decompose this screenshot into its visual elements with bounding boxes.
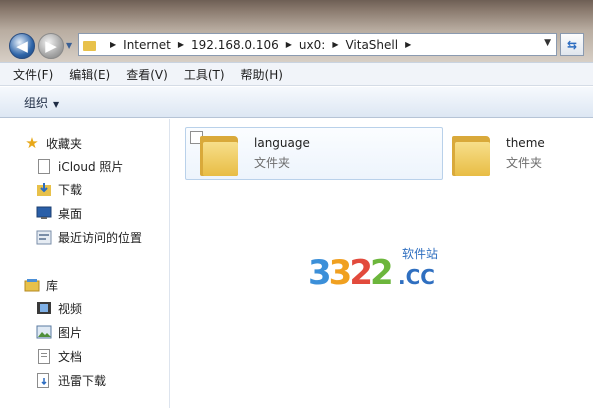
breadcrumb-chevron-icon[interactable]: ▶ xyxy=(286,40,292,49)
star-icon: ★ xyxy=(25,134,39,152)
nav-libraries[interactable]: 库 xyxy=(24,274,58,296)
picture-icon xyxy=(36,324,52,340)
menu-tools[interactable]: 工具(T) xyxy=(184,66,225,83)
document-icon xyxy=(36,348,52,364)
nav-item-documents[interactable]: 文档 xyxy=(36,345,82,367)
file-name: language xyxy=(254,136,310,150)
menu-file[interactable]: 文件(F) xyxy=(13,66,53,83)
file-item-theme[interactable]: theme 文件夹 xyxy=(452,127,592,180)
menu-bar: 文件(F) 编辑(E) 查看(V) 工具(T) 帮助(H) xyxy=(0,62,593,86)
library-icon xyxy=(24,277,40,293)
refresh-button[interactable]: ⇆ xyxy=(560,33,584,56)
desktop-icon xyxy=(36,205,52,221)
organize-dropdown-icon: ▼ xyxy=(53,99,60,109)
file-item-language[interactable]: language 文件夹 xyxy=(185,127,443,180)
nav-item-videos[interactable]: 视频 xyxy=(36,297,82,319)
nav-item-pictures[interactable]: 图片 xyxy=(36,321,82,343)
menu-view[interactable]: 查看(V) xyxy=(126,66,168,83)
breadcrumb-vitashell[interactable]: VitaShell ▶ xyxy=(345,38,418,52)
back-button[interactable]: ◀ xyxy=(9,33,35,59)
nav-item-desktop[interactable]: 桌面 xyxy=(36,202,82,224)
file-type: 文件夹 xyxy=(506,156,543,170)
organize-button[interactable]: 组织 ▼ xyxy=(24,94,59,111)
navigation-pane: ★ 收藏夹 iCloud 照片 下载 桌面 最近访问的位置 库 视频 图片 文档… xyxy=(0,119,170,408)
breadcrumb-internet[interactable]: Internet ▶ xyxy=(123,38,191,52)
breadcrumb-chevron-icon[interactable]: ▶ xyxy=(110,40,116,49)
forward-arrow-icon: ▶ xyxy=(45,37,57,55)
file-name: theme xyxy=(506,136,545,150)
menu-help[interactable]: 帮助(H) xyxy=(241,66,283,83)
video-icon xyxy=(36,300,52,316)
folder-icon xyxy=(452,132,490,176)
forward-button[interactable]: ▶ xyxy=(38,33,64,59)
address-bar[interactable]: ▶ Internet ▶ 192.168.0.106 ▶ ux0: ▶ VitaShe… xyxy=(78,33,557,56)
folder-icon xyxy=(83,39,97,51)
nav-favorites[interactable]: ★ 收藏夹 xyxy=(24,132,82,154)
menu-edit[interactable]: 编辑(E) xyxy=(69,66,110,83)
address-area: ◀ ▶ ▼ ▶ Internet ▶ 192.168.0.106 ▶ ux0: ▶ V… xyxy=(0,0,593,62)
command-bar: 组织 ▼ xyxy=(0,87,593,118)
refresh-icon: ⇆ xyxy=(566,37,578,52)
breadcrumb-chevron-icon[interactable]: ▶ xyxy=(405,40,411,49)
nav-item-downloads[interactable]: 下载 xyxy=(36,178,82,200)
breadcrumb-chevron-icon[interactable]: ▶ xyxy=(332,40,338,49)
recent-places-icon xyxy=(36,229,52,245)
download-folder-icon xyxy=(36,181,52,197)
download-document-icon xyxy=(36,372,52,388)
watermark-logo: 3322 软件站 .CC xyxy=(302,241,452,297)
back-arrow-icon: ◀ xyxy=(16,37,28,55)
document-icon xyxy=(36,158,52,174)
breadcrumb-chevron-icon[interactable]: ▶ xyxy=(178,40,184,49)
breadcrumb-host[interactable]: 192.168.0.106 ▶ xyxy=(191,38,299,52)
recent-pages-dropdown-icon[interactable]: ▼ xyxy=(66,41,72,50)
file-type: 文件夹 xyxy=(254,156,291,170)
nav-item-thunder-downloads[interactable]: 迅雷下载 xyxy=(36,369,106,391)
address-dropdown-icon[interactable]: ▼ xyxy=(544,38,551,48)
nav-item-recent-places[interactable]: 最近访问的位置 xyxy=(36,226,142,248)
breadcrumb-ux0[interactable]: ux0: ▶ xyxy=(299,38,346,52)
folder-icon xyxy=(200,132,238,176)
nav-item-icloud-photos[interactable]: iCloud 照片 xyxy=(36,155,123,177)
